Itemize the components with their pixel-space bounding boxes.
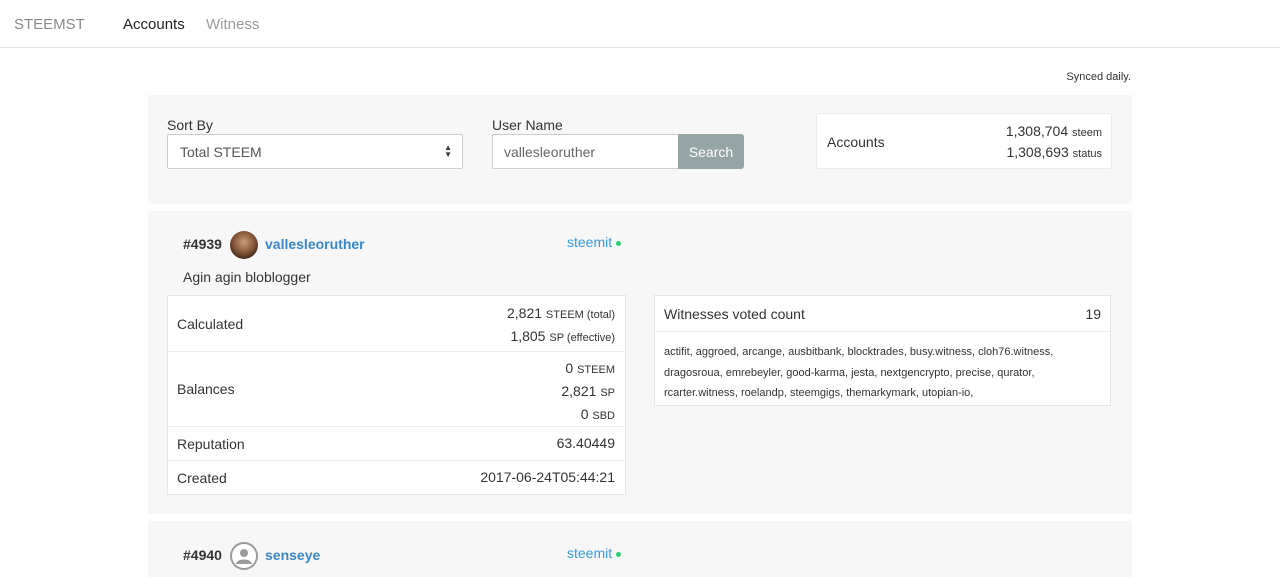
calculated-effective-unit: SP (effective) xyxy=(549,332,615,344)
brand-logo[interactable]: STEEMST xyxy=(14,16,85,33)
balance-sp: 2,821 xyxy=(561,383,597,399)
sort-by-value: Total STEEM xyxy=(180,144,262,160)
balance-steem: 0 xyxy=(565,360,574,376)
online-dot-icon xyxy=(616,240,622,246)
username-label: User Name xyxy=(492,117,563,133)
calculated-total: 2,821 xyxy=(506,305,543,321)
account-card: #4940 senseye steemit xyxy=(148,521,1132,577)
username-input[interactable] xyxy=(492,134,678,169)
witnesses-box: Witnesses voted count 19 actifit, aggroe… xyxy=(654,295,1111,406)
balance-sp-unit: SP xyxy=(600,387,615,399)
stat-status-unit: status xyxy=(1072,148,1102,160)
balances-values: 0 STEEM 2,821 SP 0 SBD xyxy=(561,358,615,427)
online-dot-icon xyxy=(616,551,622,557)
account-about: Agin agin bloblogger xyxy=(183,269,311,285)
account-rank: #4940 xyxy=(183,547,222,563)
select-updown-icon: ▲ ▼ xyxy=(444,143,452,159)
balances-label: Balances xyxy=(177,381,235,397)
calculated-total-unit: STEEM (total) xyxy=(545,309,615,321)
account-source-label: steemit xyxy=(567,545,613,561)
stat-steem-unit: steem xyxy=(1072,127,1102,139)
calculated-effective: 1,805 xyxy=(510,328,546,344)
account-username-link[interactable]: senseye xyxy=(265,547,320,563)
account-rank: #4939 xyxy=(183,236,222,252)
calculated-values: 2,821 STEEM (total) 1,805 SP (effective) xyxy=(507,303,615,349)
top-navbar: STEEMST Accounts Witness xyxy=(0,0,1280,48)
sort-by-label: Sort By xyxy=(167,117,213,133)
account-card: #4939 vallesleoruther steemit Agin agin … xyxy=(148,211,1132,514)
default-avatar-icon[interactable] xyxy=(230,542,258,570)
nav-link-accounts[interactable]: Accounts xyxy=(123,16,185,33)
calculated-row: Calculated 2,821 STEEM (total) 1,805 SP … xyxy=(168,296,625,352)
nav-link-witness[interactable]: Witness xyxy=(206,16,259,33)
created-label: Created xyxy=(177,470,227,486)
stat-status-count: 1,308,693 xyxy=(1006,144,1069,160)
account-info-table: Calculated 2,821 STEEM (total) 1,805 SP … xyxy=(167,295,626,495)
witnesses-count: 19 xyxy=(1085,306,1101,322)
created-value: 2017-06-24T05:44:21 xyxy=(480,469,615,485)
search-panel: Sort By Total STEEM ▲▼ User Name Search … xyxy=(148,95,1132,204)
account-username-link[interactable]: vallesleoruther xyxy=(265,236,365,252)
avatar[interactable] xyxy=(230,231,258,259)
accounts-stats-label: Accounts xyxy=(827,134,885,150)
stat-steem-count: 1,308,704 xyxy=(1005,123,1069,139)
account-source-label: steemit xyxy=(567,234,613,250)
witnesses-title: Witnesses voted count xyxy=(664,306,805,322)
witnesses-header: Witnesses voted count 19 xyxy=(655,296,1110,332)
balance-steem-unit: STEEM xyxy=(577,364,615,376)
reputation-row: Reputation 63.40449 xyxy=(168,427,625,461)
synced-note: Synced daily. xyxy=(1066,71,1131,83)
search-button[interactable]: Search xyxy=(678,134,744,169)
account-source[interactable]: steemit xyxy=(567,545,622,561)
sort-by-select[interactable]: Total STEEM ▲ ▼ xyxy=(167,134,463,169)
reputation-label: Reputation xyxy=(177,436,245,452)
stat-steem: 1,308,704 steem xyxy=(1006,123,1102,139)
balances-row: Balances 0 STEEM 2,821 SP 0 SBD xyxy=(168,352,625,427)
balance-sbd-unit: SBD xyxy=(592,410,615,422)
calculated-label: Calculated xyxy=(177,316,244,332)
witnesses-list: actifit, aggroed, arcange, ausbitbank, b… xyxy=(664,346,1054,399)
reputation-value: 63.40449 xyxy=(556,435,615,451)
accounts-stats-box: Accounts 1,308,704 steem 1,308,693 statu… xyxy=(816,113,1112,169)
balance-sbd: 0 xyxy=(580,406,589,422)
stat-status: 1,308,693 status xyxy=(1006,144,1102,160)
created-row: Created 2017-06-24T05:44:21 xyxy=(168,461,625,494)
account-source[interactable]: steemit xyxy=(567,234,622,250)
